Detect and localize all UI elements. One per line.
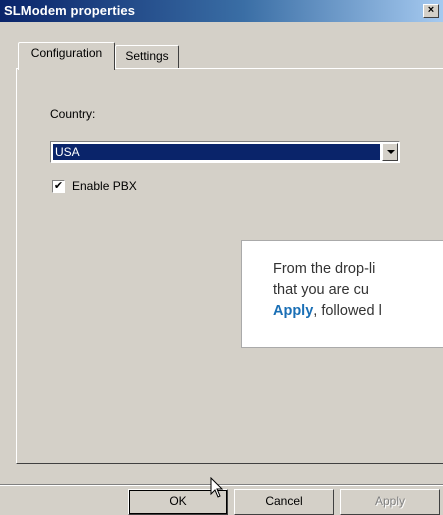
apply-button[interactable]: Apply — [340, 489, 440, 515]
enable-pbx-checkbox[interactable]: ✔ — [52, 179, 65, 193]
callout-apply-word: Apply — [273, 303, 314, 319]
callout-line-3-rest: , followed l — [313, 303, 382, 319]
tab-configuration[interactable]: Configuration — [18, 42, 115, 70]
close-button[interactable]: × — [423, 4, 439, 18]
country-dropdown[interactable]: USA — [50, 141, 400, 163]
tab-label: Configuration — [30, 46, 103, 60]
country-selected-value: USA — [53, 144, 380, 160]
close-icon: × — [427, 4, 435, 16]
country-label: Country: — [50, 107, 96, 121]
enable-pbx-option[interactable]: ✔ Enable PBX — [52, 179, 137, 193]
tab-settings[interactable]: Settings — [115, 45, 179, 69]
chevron-down-icon[interactable] — [382, 143, 398, 161]
tab-label: Settings — [125, 49, 169, 63]
callout-line-2: that you are cu — [273, 282, 369, 298]
title-bar: SLModem properties × — [0, 0, 443, 22]
callout-line-3: Apply, followed l — [273, 301, 443, 322]
enable-pbx-label: Enable PBX — [72, 179, 137, 193]
cancel-button[interactable]: Cancel — [234, 489, 334, 515]
instruction-callout: From the drop-li that you are cu Apply, … — [241, 240, 443, 348]
window-title: SLModem properties — [4, 3, 136, 18]
mouse-cursor-icon — [210, 477, 224, 498]
callout-line-1: From the drop-li — [273, 261, 376, 277]
